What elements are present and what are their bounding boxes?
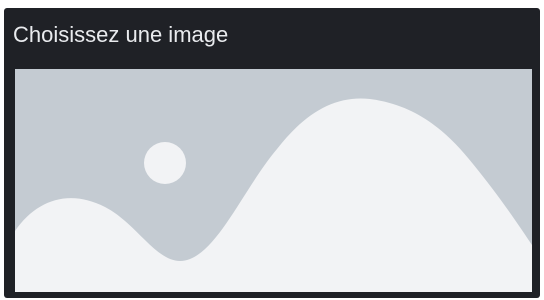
image-picker[interactable]	[15, 69, 532, 292]
panel-title: Choisissez une image	[13, 22, 229, 47]
placeholder-sun	[144, 142, 186, 184]
image-chooser-panel: Choisissez une image	[4, 8, 540, 298]
image-placeholder-icon	[15, 69, 532, 292]
